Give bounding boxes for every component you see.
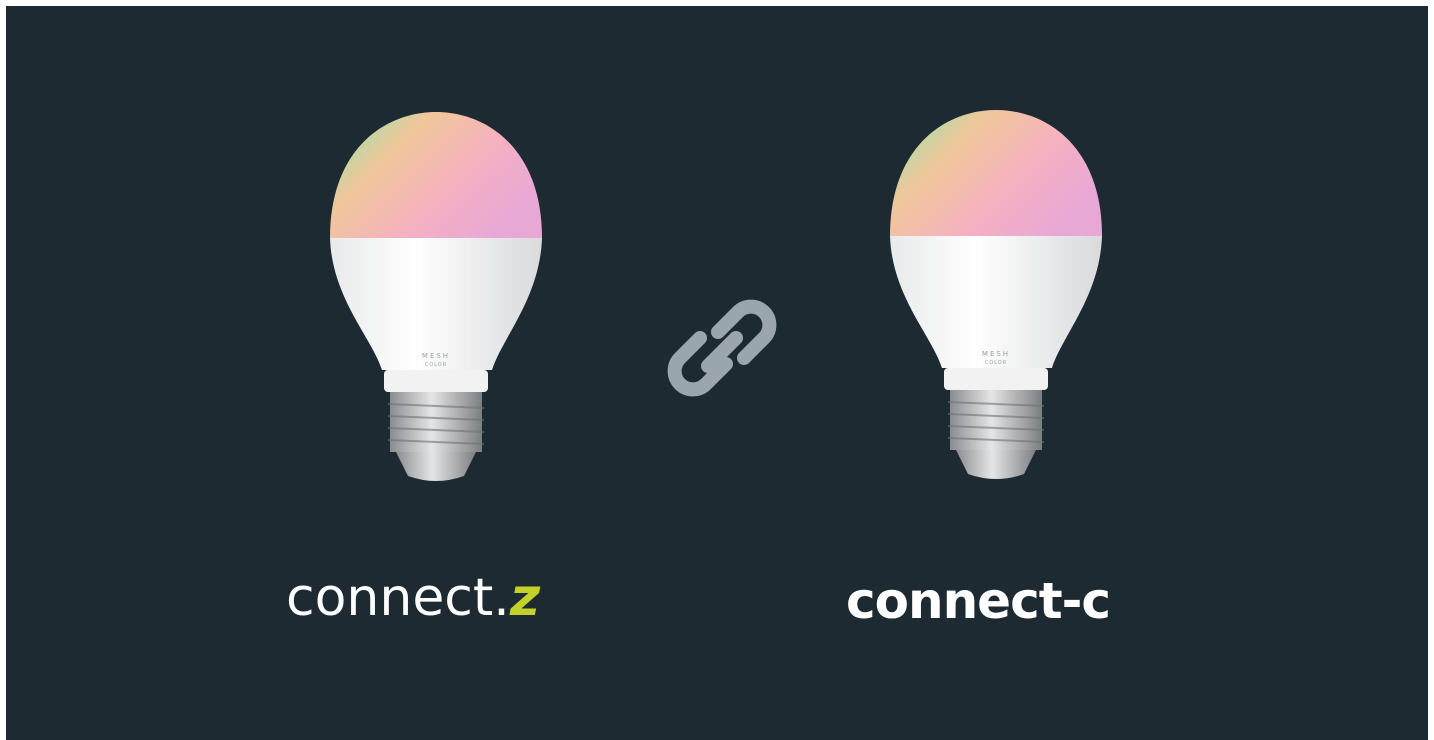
- chain-link-icon: [660, 292, 784, 404]
- logo-accent-letter: z: [509, 568, 541, 628]
- bulb-image: [890, 110, 1102, 479]
- connect-c-logo: connect-c: [846, 572, 1111, 630]
- bulb-brand-label: MESH: [981, 350, 1011, 358]
- bulb-type-label: COLOR: [984, 360, 1008, 366]
- logo-wordmark: connect.: [286, 568, 510, 628]
- bulb-brand-label: MESH: [421, 352, 451, 360]
- bulb-image: [330, 112, 542, 481]
- smart-bulb-left: MESH COLOR: [326, 108, 546, 488]
- smart-bulb-right: MESH COLOR: [886, 106, 1106, 486]
- connect-z-logo: connect.z: [286, 572, 540, 624]
- bulb-type-label: COLOR: [424, 362, 448, 368]
